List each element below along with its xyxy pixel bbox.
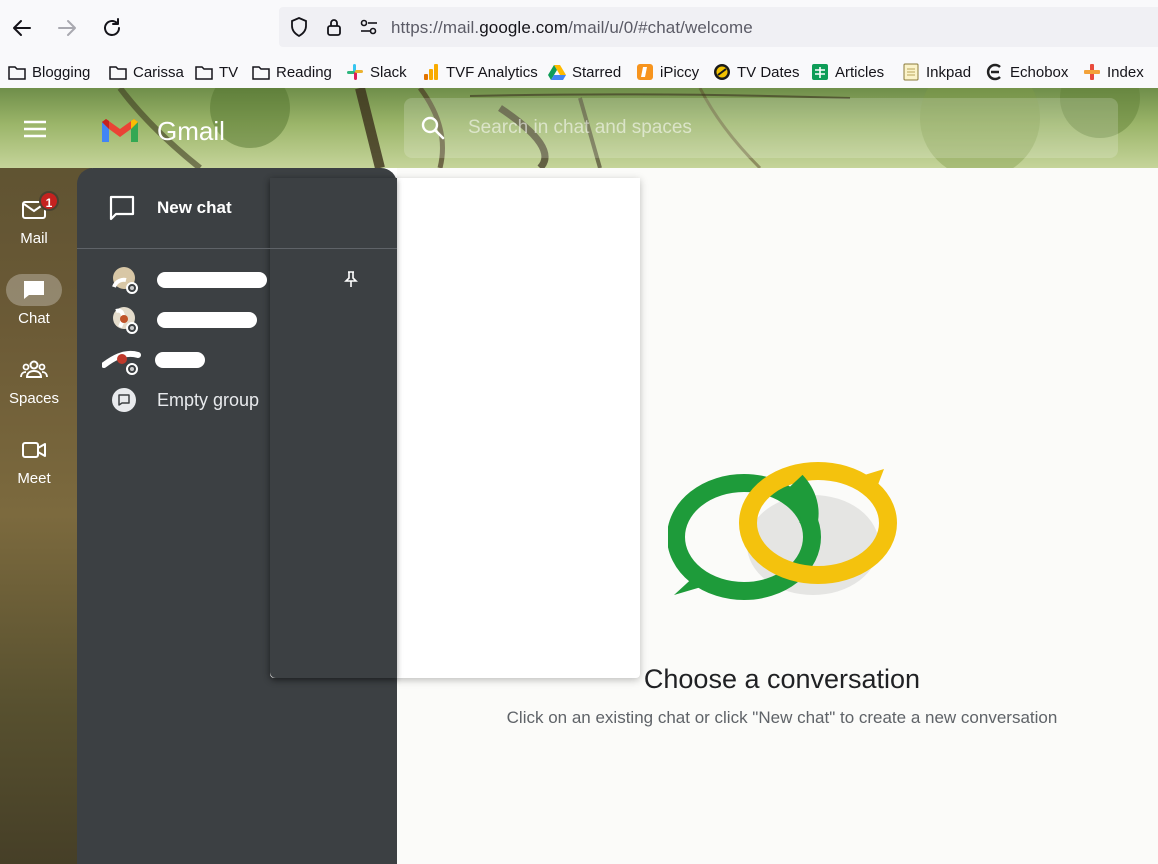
bookmark-label: Echobox (1010, 63, 1069, 81)
folder-icon (8, 63, 26, 81)
bookmark-carissa[interactable]: Carissa (109, 61, 184, 83)
drawer-divider (77, 248, 397, 249)
welcome-title: Choose a conversation (643, 664, 921, 694)
app-rail: 1 Mail Chat Spaces Meet (0, 88, 77, 864)
bookmark-starred[interactable]: Starred (548, 61, 621, 83)
rail-item-spaces[interactable]: Spaces (0, 354, 68, 407)
folder-icon (109, 63, 127, 81)
redacted-contact-name (157, 306, 257, 334)
notepad-icon (902, 63, 920, 81)
folder-icon (195, 63, 213, 81)
gmail-wordmark[interactable]: Gmail (157, 116, 225, 147)
rail-mail-label: Mail (20, 230, 48, 247)
bookmark-tv[interactable]: TV (195, 61, 238, 83)
chat-list-item[interactable] (77, 340, 397, 380)
chat-rings-illustration (668, 462, 897, 600)
bookmarks-bar: Blogging Carissa TV Reading Slack TVF An… (0, 56, 1158, 88)
folder-icon (252, 63, 270, 81)
redacted-contact-name (157, 266, 267, 294)
chat-icon (24, 281, 44, 299)
url-prefix: https://mail. (391, 18, 480, 37)
bookmark-label: Articles (835, 63, 885, 81)
chat-search-bar[interactable] (404, 98, 1118, 158)
ipiccy-icon (636, 63, 654, 81)
bookmark-label: TV Dates (737, 63, 800, 81)
bookmark-echobox[interactable]: Echobox (986, 61, 1068, 83)
new-chat-icon (109, 195, 135, 221)
pin-icon[interactable] (344, 270, 358, 288)
new-chat-button[interactable]: New chat (77, 168, 397, 248)
bookmark-blogging[interactable]: Blogging (8, 61, 90, 83)
bookmark-tv-dates[interactable]: TV Dates (713, 61, 800, 83)
bookmark-label: TVF Analytics (446, 63, 538, 81)
main-menu-button[interactable] (18, 112, 52, 146)
lock-icon[interactable] (323, 16, 345, 38)
forward-arrow-icon (58, 20, 76, 36)
analytics-icon (422, 63, 440, 81)
bookmark-articles[interactable]: Articles (811, 61, 884, 83)
browser-toolbar: https://mail.google.com/mail/u/0/#chat/w… (0, 0, 1158, 56)
welcome-subtitle: Click on an existing chat or click "New … (506, 708, 1058, 727)
bookmark-slack[interactable]: Slack (346, 61, 407, 83)
redacted-contact-name (155, 346, 205, 374)
video-camera-icon (22, 442, 46, 458)
rail-chat-label: Chat (18, 310, 50, 327)
back-arrow-icon (13, 20, 31, 36)
unread-badge: 1 (39, 191, 59, 211)
hamburger-menu-icon (24, 120, 46, 138)
bookmark-label: TV (219, 63, 239, 81)
url-bar[interactable]: https://mail.google.com/mail/u/0/#chat/w… (279, 7, 1158, 47)
search-icon[interactable] (420, 115, 446, 141)
spaces-icon-wrap (6, 354, 62, 386)
forward-button[interactable] (51, 12, 83, 44)
drive-icon (548, 63, 566, 81)
bookmark-label: Reading (276, 63, 332, 81)
search-input[interactable] (468, 114, 1088, 142)
group-chat-icon (112, 388, 136, 412)
bookmark-label: Carissa (133, 63, 184, 81)
spaces-icon (20, 360, 48, 378)
gmail-app: 1 Mail Chat Spaces Meet Gmail Search in … (0, 88, 1158, 864)
tvdates-icon (713, 63, 731, 81)
bookmark-label: iPiccy (660, 63, 700, 81)
chat-list-item[interactable] (77, 300, 397, 340)
bookmark-index[interactable]: Index (1083, 61, 1144, 83)
sheets-icon (811, 63, 829, 81)
empty-group-label: Empty group (157, 390, 260, 410)
bookmark-label: Slack (370, 63, 407, 81)
permissions-icon[interactable] (358, 16, 380, 38)
bookmark-label: Starred (572, 63, 622, 81)
rail-item-chat[interactable]: Chat (0, 274, 68, 327)
hover-panel-dark-part (270, 178, 397, 678)
avatar (113, 307, 138, 334)
avatar (102, 351, 141, 375)
bookmark-inkpad[interactable]: Inkpad (902, 61, 971, 83)
reload-button[interactable] (96, 12, 128, 44)
rail-spaces-label: Spaces (8, 390, 60, 407)
bookmark-label: Blogging (32, 63, 91, 81)
url-text[interactable]: https://mail.google.com/mail/u/0/#chat/w… (391, 18, 753, 38)
url-path: /mail/u/0/#chat/welcome (568, 18, 753, 37)
rail-item-meet[interactable]: Meet (0, 434, 68, 487)
rail-item-mail[interactable]: 1 Mail (0, 191, 68, 247)
chat-list-item-empty-group[interactable]: Empty group (77, 380, 397, 420)
chat-icon-wrap (6, 274, 62, 306)
tracking-shield-icon[interactable] (288, 16, 310, 38)
bookmark-label: Inkpad (926, 63, 972, 81)
rail-meet-label: Meet (17, 470, 51, 487)
gmail-logo-icon[interactable] (100, 116, 140, 146)
avatar (112, 267, 138, 294)
bookmark-tvf-analytics[interactable]: TVF Analytics (422, 61, 538, 83)
index-icon (1083, 63, 1101, 81)
new-chat-label: New chat (157, 198, 232, 217)
url-host: google.com (479, 18, 569, 37)
back-button[interactable] (6, 12, 38, 44)
meet-icon-wrap (6, 434, 62, 466)
slack-icon (346, 63, 364, 81)
echobox-icon (986, 63, 1004, 81)
bookmark-ipiccy[interactable]: iPiccy (636, 61, 699, 83)
bookmark-reading[interactable]: Reading (252, 61, 332, 83)
bookmark-label: Index (1107, 63, 1144, 81)
reload-icon (104, 18, 120, 36)
